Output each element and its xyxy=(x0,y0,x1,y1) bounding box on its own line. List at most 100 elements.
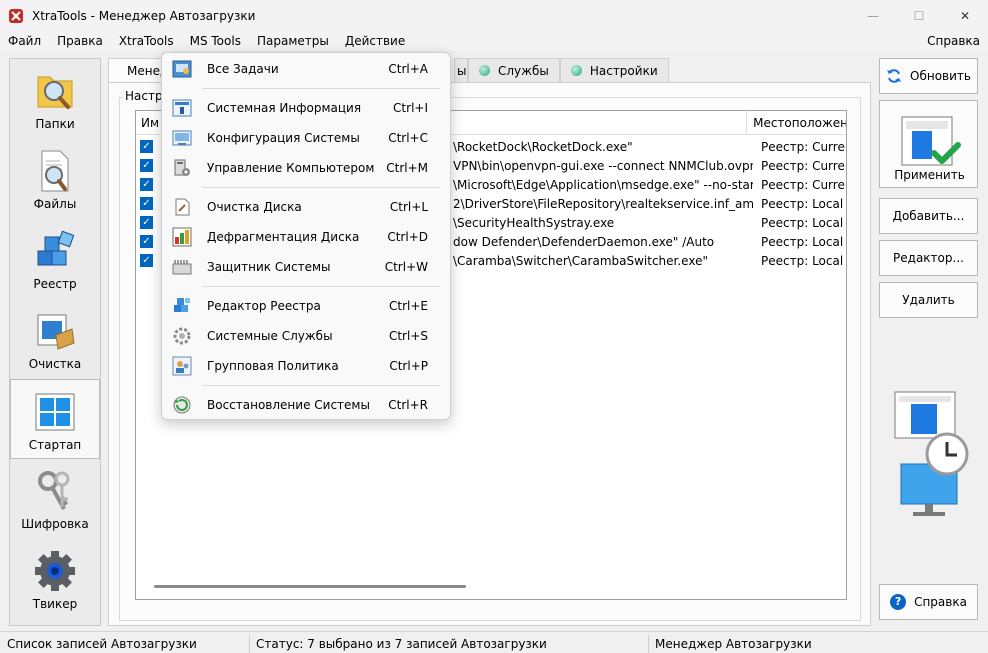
menu-item-services[interactable]: Системные Службы Ctrl+S xyxy=(166,321,448,351)
row-location: Реестр: Current xyxy=(761,158,846,173)
tab-label: Службы xyxy=(498,63,549,78)
menu-item-shortcut: Ctrl+L xyxy=(389,200,428,214)
sidebar-label-encryption: Шифровка xyxy=(21,517,89,531)
app-logo-icon xyxy=(9,8,23,23)
apply-label: Применить xyxy=(894,168,965,182)
horizontal-scrollbar[interactable] xyxy=(154,585,466,588)
row-location: Реестр: Local M xyxy=(761,215,846,230)
menu-item-shortcut: Ctrl+S xyxy=(388,329,428,343)
row-location: Реестр: Current xyxy=(761,177,846,192)
row-command: \SecurityHealthSystray.exe xyxy=(453,215,615,230)
menu-action[interactable]: Действие xyxy=(337,31,413,51)
sidebar-item-files[interactable]: Файлы xyxy=(10,139,100,219)
menu-parameters[interactable]: Параметры xyxy=(249,31,337,51)
close-button[interactable]: ✕ xyxy=(942,0,988,31)
group-label: Настр xyxy=(123,89,165,103)
menu-item-all-tasks[interactable]: Все Задачи Ctrl+A xyxy=(166,54,448,84)
row-checkbox[interactable]: ✓ xyxy=(140,235,153,248)
disk-cleanup-icon xyxy=(172,197,192,217)
menu-item-shortcut: Ctrl+W xyxy=(384,260,428,274)
refresh-button[interactable]: Обновить xyxy=(879,58,978,94)
tab-dot-icon xyxy=(570,65,582,76)
menu-item-system-protection[interactable]: Защитник Системы Ctrl+W xyxy=(166,252,448,282)
menu-item-shortcut: Ctrl+M xyxy=(386,161,428,175)
sidebar-label-tweaker: Твикер xyxy=(32,597,78,611)
menu-item-computer-management[interactable]: Управление Компьютером Ctrl+M xyxy=(166,153,448,183)
menu-item-label: Восстановление Системы xyxy=(207,398,370,412)
row-checkbox[interactable]: ✓ xyxy=(140,254,153,267)
row-checkbox[interactable]: ✓ xyxy=(140,197,153,210)
action-panel: Обновить Применить Добавить... Редактор.… xyxy=(879,58,979,626)
registry-icon xyxy=(34,229,76,273)
ms-tools-dropdown: Все Задачи Ctrl+A Системная Информация C… xyxy=(161,52,451,420)
row-checkbox[interactable]: ✓ xyxy=(140,140,153,153)
row-command: VPN\bin\openvpn-gui.exe --connect NNMClu… xyxy=(453,158,753,173)
row-checkbox[interactable]: ✓ xyxy=(140,216,153,229)
row-checkbox[interactable]: ✓ xyxy=(140,159,153,172)
add-button[interactable]: Добавить... xyxy=(879,198,978,234)
tab-tasks[interactable]: ы xyxy=(454,58,468,82)
sidebar-label-startup: Стартап xyxy=(28,438,82,452)
row-command: \Microsoft\Edge\Application\msedge.exe" … xyxy=(453,177,753,192)
sidebar-item-tweaker[interactable]: Твикер xyxy=(10,539,100,619)
defrag-icon xyxy=(172,227,192,247)
gear-icon xyxy=(34,549,76,593)
menu-item-label: Редактор Реестра xyxy=(207,299,321,313)
row-location: Реестр: Current xyxy=(761,139,846,154)
menu-help[interactable]: Справка xyxy=(927,31,980,51)
delete-button[interactable]: Удалить xyxy=(879,282,978,318)
menu-item-system-restore[interactable]: Восстановление Системы Ctrl+R xyxy=(166,390,448,420)
tab-dot-icon xyxy=(479,65,490,76)
folder-search-icon xyxy=(34,69,76,113)
minimize-button[interactable]: — xyxy=(850,0,896,31)
menu-ms-tools[interactable]: MS Tools xyxy=(182,31,249,51)
menu-bar: Файл Правка XtraTools MS Tools Параметры… xyxy=(0,31,988,51)
window-title: XtraTools - Менеджер Автозагрузки xyxy=(32,8,256,23)
system-protection-icon xyxy=(172,257,192,277)
status-right: Менеджер Автозагрузки xyxy=(648,635,812,653)
sidebar-item-registry[interactable]: Реестр xyxy=(10,219,100,299)
refresh-icon xyxy=(887,69,902,83)
all-tasks-icon xyxy=(172,59,192,79)
maximize-button[interactable]: ☐ xyxy=(896,0,942,31)
menu-item-registry-editor[interactable]: Редактор Реестра Ctrl+E xyxy=(166,291,448,321)
row-command: 2\DriverStore\FileRepository\realtekserv… xyxy=(453,196,753,211)
tab-settings[interactable]: Настройки xyxy=(559,58,669,82)
menu-item-shortcut: Ctrl+E xyxy=(389,299,428,313)
status-middle: Статус: 7 выбрано из 7 записей Автозагру… xyxy=(249,635,547,653)
menu-separator xyxy=(202,187,440,188)
menu-item-shortcut: Ctrl+P xyxy=(389,359,428,373)
menu-item-system-info[interactable]: Системная Информация Ctrl+I xyxy=(166,93,448,123)
startup-schedule-icon xyxy=(894,391,969,516)
add-label: Добавить... xyxy=(892,209,965,223)
sidebar-item-encryption[interactable]: Шифровка xyxy=(10,459,100,539)
menu-separator xyxy=(202,385,440,386)
sidebar-label-registry: Реестр xyxy=(33,277,77,291)
editor-button[interactable]: Редактор... xyxy=(879,240,978,276)
column-location[interactable]: Местоположен xyxy=(747,111,846,134)
menu-edit[interactable]: Правка xyxy=(49,31,111,51)
help-icon: ? xyxy=(890,594,907,610)
menu-separator xyxy=(202,88,440,89)
sidebar-item-startup[interactable]: Стартап xyxy=(10,379,100,459)
editor-label: Редактор... xyxy=(893,251,964,265)
menu-item-disk-cleanup[interactable]: Очистка Диска Ctrl+L xyxy=(166,192,448,222)
windows-logo-icon xyxy=(34,390,76,434)
title-bar: XtraTools - Менеджер Автозагрузки — ☐ ✕ xyxy=(0,0,988,31)
menu-file[interactable]: Файл xyxy=(0,31,49,51)
app-window: XtraTools - Менеджер Автозагрузки — ☐ ✕ … xyxy=(0,0,988,653)
delete-label: Удалить xyxy=(902,293,955,307)
status-bar: Список записей Автозагрузки Статус: 7 вы… xyxy=(0,631,988,653)
sidebar-item-folders[interactable]: Папки xyxy=(10,59,100,139)
tab-services[interactable]: Службы xyxy=(468,58,560,82)
menu-item-shortcut: Ctrl+C xyxy=(388,131,428,145)
row-checkbox[interactable]: ✓ xyxy=(140,178,153,191)
apply-button[interactable]: Применить xyxy=(879,100,978,188)
help-button[interactable]: ? Справка xyxy=(879,584,978,620)
menu-item-label: Очистка Диска xyxy=(207,200,302,214)
menu-item-system-config[interactable]: Конфигурация Системы Ctrl+C xyxy=(166,123,448,153)
menu-xtratools[interactable]: XtraTools xyxy=(111,31,182,51)
menu-item-defrag[interactable]: Дефрагментация Диска Ctrl+D xyxy=(166,222,448,252)
menu-item-group-policy[interactable]: Групповая Политика Ctrl+P xyxy=(166,351,448,381)
sidebar-item-cleanup[interactable]: Очистка xyxy=(10,299,100,379)
